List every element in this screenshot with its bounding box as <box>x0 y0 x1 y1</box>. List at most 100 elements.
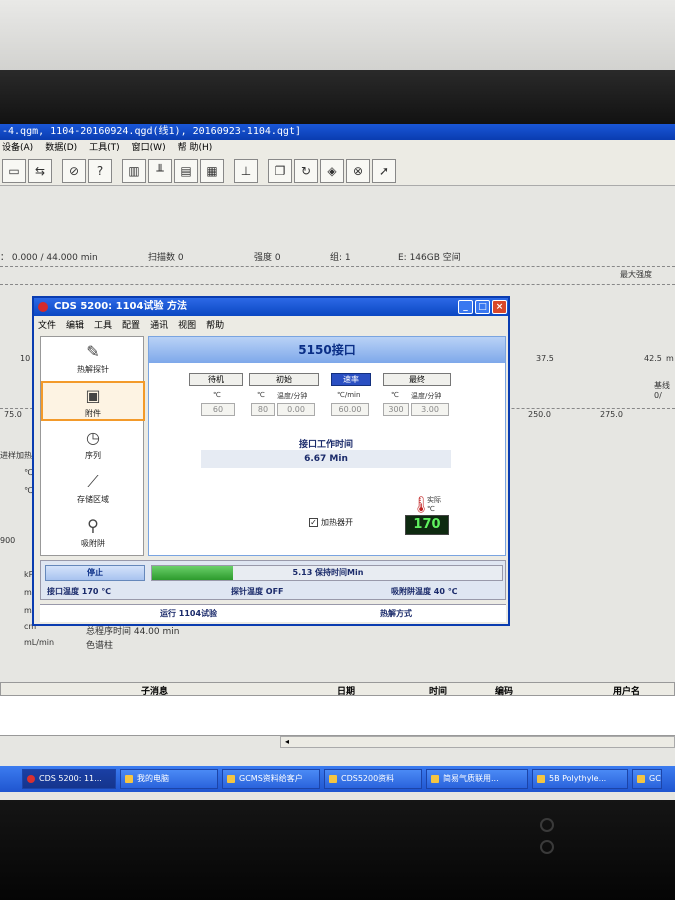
menu-window[interactable]: 窗口(W) <box>132 140 166 156</box>
dlg-menu-config[interactable]: 配置 <box>122 318 140 332</box>
info-disk: E: 146GB 空间 <box>398 253 461 263</box>
dlg-menu-comm[interactable]: 通讯 <box>150 318 168 332</box>
nav-pyroprobe[interactable]: ✎ 热解探针 <box>41 339 145 379</box>
stop-button[interactable]: 停止 <box>45 565 145 581</box>
nav-accessory[interactable]: ▣ 附件 <box>41 381 145 421</box>
interface-temp: 接口温度 170 ℃ <box>47 587 111 596</box>
heater-toggle[interactable]: ✓ 加热器开 <box>309 517 353 528</box>
dlg-menu-tools[interactable]: 工具 <box>94 318 112 332</box>
menu-device[interactable]: 设备(A) <box>2 140 33 156</box>
close-icon[interactable]: × <box>492 300 507 314</box>
dialog-title: CDS 5200: 1104试验 方法 <box>54 301 187 312</box>
magnifier-icon: ⚲ <box>87 516 99 535</box>
task-cds5200-docs[interactable]: CDS5200资料 <box>324 769 422 789</box>
run-status-area: 停止 5.13 保持时间Min 接口温度 170 ℃ 探针温度 OFF 吸附阱温… <box>40 560 506 600</box>
probe-temp: 探针温度 OFF <box>231 587 284 596</box>
monitor-button[interactable] <box>540 818 554 832</box>
standby-temp-input[interactable]: 60 <box>201 403 235 416</box>
dlg-menu-file[interactable]: 文件 <box>38 318 56 332</box>
initial-ramp-input[interactable]: 0.00 <box>277 403 315 416</box>
final-temp-input[interactable]: 300 <box>383 403 409 416</box>
heater-checkbox[interactable]: ✓ <box>309 518 318 527</box>
accessory-icon: ▣ <box>85 386 101 405</box>
report-icon[interactable]: ▦ <box>200 158 224 183</box>
work-time-label: 接口工作时间 <box>298 440 353 450</box>
chart-icon[interactable]: ▥ <box>122 158 146 183</box>
work-time-value: 6.67 Min <box>201 450 451 468</box>
app-menu-bar: 设备(A) 数据(D) 工具(T) 窗口(W) 帮 助(H) <box>0 140 675 156</box>
baseline-label: 基线 0/ <box>654 381 670 400</box>
photo-scene: lenovo -4.qgm, 1104-20160924.qgd(线1), 20… <box>0 0 675 900</box>
panel-title: 5150接口 <box>149 337 505 363</box>
dlg-menu-view[interactable]: 视图 <box>178 318 196 332</box>
monitor-screen: -4.qgm, 1104-20160924.qgd(线1), 20160923-… <box>0 124 675 800</box>
task-polyethylene[interactable]: 5B Polythyle... <box>532 769 628 789</box>
trap-temp: 吸附阱温度 40 ℃ <box>391 587 458 596</box>
status-run: 运行 1104试验 <box>160 609 218 618</box>
method-dialog: CDS 5200: 1104试验 方法 _ □ × 文件 编辑 工具 配置 通讯… <box>32 296 510 626</box>
dialog-nav: ✎ 热解探针 ▣ 附件 ◷ 序列 ⟋ 存储区域 ⚲ 吸附阱 <box>40 336 145 556</box>
tube-icon: ⟋ <box>87 472 99 491</box>
horizontal-scrollbar[interactable]: ◂ <box>280 736 675 748</box>
start-icon[interactable]: ◈ <box>320 158 344 183</box>
monitor-icon[interactable]: ▭ <box>2 158 26 183</box>
acquisition-info: ： 0.000 / 44.000 min 扫描数 0 强度 0 组: 1 E: … <box>0 250 675 264</box>
nav-sequence[interactable]: ◷ 序列 <box>41 425 145 465</box>
app-title-bar: -4.qgm, 1104-20160924.qgd(线1), 20160923-… <box>0 124 675 140</box>
monitor-bezel-top: lenovo <box>0 70 675 172</box>
stop-icon[interactable]: ⊗ <box>346 158 370 183</box>
col-final: 最终 <box>383 373 451 386</box>
hold-time-text: 5.13 保持时间Min <box>292 568 364 577</box>
disk-icon[interactable]: ⊘ <box>62 158 86 183</box>
dlg-menu-help[interactable]: 帮助 <box>206 318 224 332</box>
maximize-icon[interactable]: □ <box>475 300 490 314</box>
task-gcms-docs[interactable]: GCMS资料给客户 <box>222 769 320 789</box>
info-range: ： 0.000 / 44.000 min <box>0 253 98 263</box>
monitor-button[interactable] <box>540 840 554 854</box>
info-group: 组: 1 <box>330 253 351 263</box>
spectrum-icon[interactable]: ╨ <box>148 158 172 183</box>
interface-panel: 5150接口 待机 初始 速率 最终 ℃ ℃ 温度/分钟 ℃/min ℃ 温度/… <box>148 336 506 556</box>
info-intensity: 强度 0 <box>254 253 281 263</box>
monitor-bezel-bottom <box>0 800 675 900</box>
menu-help[interactable]: 帮 助(H) <box>178 140 213 156</box>
message-table-header: 子消息 日期 时间 编码 用户名 <box>0 682 675 697</box>
peak-icon[interactable]: ⊥ <box>234 158 258 183</box>
heater-label: 加热器开 <box>321 518 353 527</box>
col-rate[interactable]: 速率 <box>331 373 371 386</box>
dialog-title-bar: CDS 5200: 1104试验 方法 _ □ × <box>34 298 508 316</box>
actual-temp-label: 实际 ℃ <box>427 496 441 513</box>
initial-temp-input[interactable]: 80 <box>251 403 275 416</box>
max-intensity-label: 最大强度 <box>620 270 652 279</box>
rate-input[interactable]: 60.00 <box>331 403 369 416</box>
dialog-status-bar: 运行 1104试验 热解方式 <box>40 604 506 622</box>
col-standby: 待机 <box>189 373 243 386</box>
next-icon[interactable]: ➚ <box>372 158 396 183</box>
menu-data[interactable]: 数据(D) <box>45 140 77 156</box>
nav-storage[interactable]: ⟋ 存储区域 <box>41 469 145 509</box>
col-initial: 初始 <box>249 373 319 386</box>
clock-icon: ◷ <box>86 428 100 447</box>
actual-temp-display: 170 <box>405 515 449 535</box>
help-icon[interactable]: ? <box>88 158 112 183</box>
menu-tools[interactable]: 工具(T) <box>89 140 120 156</box>
dialog-menu-bar: 文件 编辑 工具 配置 通讯 视图 帮助 <box>38 318 224 332</box>
task-cds5200[interactable]: CDS 5200: 11... <box>22 769 116 789</box>
info-scan: 扫描数 0 <box>148 253 184 263</box>
wall-background <box>0 0 675 80</box>
copy-icon[interactable]: ❐ <box>268 158 292 183</box>
app-toolbar: ▭ ⇆ ⊘ ? ▥ ╨ ▤ ▦ ⊥ ❐ ↻ ◈ ⊗ ➚ <box>0 156 675 186</box>
task-my-computer[interactable]: 我的电脑 <box>120 769 218 789</box>
message-table-body <box>0 696 675 736</box>
task-gcms-simple[interactable]: 简易气质联用... <box>426 769 528 789</box>
bars-icon[interactable]: ▤ <box>174 158 198 183</box>
dlg-menu-edit[interactable]: 编辑 <box>66 318 84 332</box>
final-ramp-input[interactable]: 3.00 <box>411 403 449 416</box>
hold-progress-bar: 5.13 保持时间Min <box>151 565 503 581</box>
refresh-icon[interactable]: ↻ <box>294 158 318 183</box>
nav-trap[interactable]: ⚲ 吸附阱 <box>41 513 145 553</box>
task-gc[interactable]: GC <box>632 769 662 789</box>
minimize-icon[interactable]: _ <box>458 300 473 314</box>
arrows-icon[interactable]: ⇆ <box>28 158 52 183</box>
windows-taskbar: CDS 5200: 11... 我的电脑 GCMS资料给客户 CDS5200资料… <box>0 766 675 792</box>
